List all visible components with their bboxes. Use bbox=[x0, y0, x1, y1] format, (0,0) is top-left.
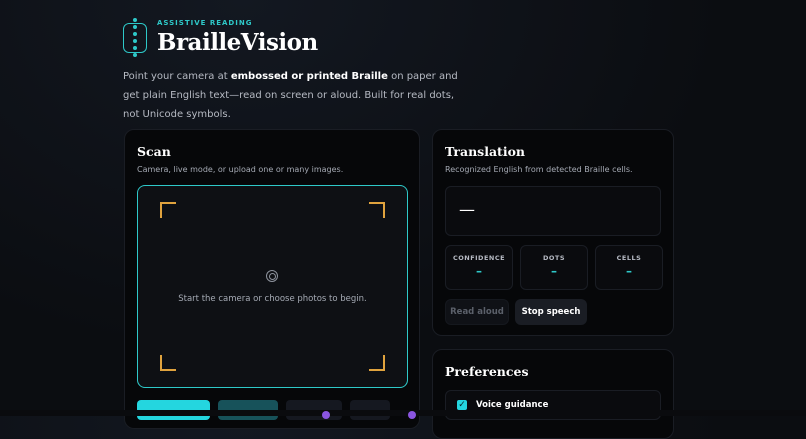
intro-bold: embossed or printed Braille bbox=[230, 71, 388, 82]
stat-value: – bbox=[626, 264, 632, 278]
stat-value: – bbox=[551, 264, 557, 278]
stat-label: DOTS bbox=[542, 254, 566, 262]
stat-label: CELLS bbox=[616, 254, 642, 262]
viewfinder-placeholder: Start the camera or choose photos to beg… bbox=[178, 294, 367, 304]
speech-actions: Read aloud Stop speech bbox=[445, 299, 587, 325]
translation-output: — bbox=[445, 186, 661, 236]
stop-speech-button[interactable]: Stop speech bbox=[515, 299, 587, 325]
braille-logo-icon bbox=[123, 18, 147, 57]
brand-eyebrow: ASSISTIVE READING bbox=[157, 19, 253, 27]
camera-viewfinder[interactable]: Start the camera or choose photos to beg… bbox=[137, 185, 408, 388]
taskbar-app-icon[interactable] bbox=[408, 411, 416, 419]
stat-dots: DOTS – bbox=[520, 245, 588, 290]
scan-subtitle: Camera, live mode, or upload one or many… bbox=[137, 165, 344, 174]
viewfinder-corner-bottom-left bbox=[160, 355, 176, 371]
intro-part1: Point your camera at bbox=[123, 71, 231, 82]
translation-subtitle: Recognized English from detected Braille… bbox=[445, 165, 633, 174]
preferences-card: Preferences ✓ Voice guidance bbox=[432, 349, 674, 439]
viewfinder-corner-top-left bbox=[160, 202, 176, 218]
stat-value: – bbox=[476, 264, 482, 278]
voice-guidance-checkbox[interactable]: ✓ bbox=[457, 400, 467, 410]
stat-label: CONFIDENCE bbox=[452, 254, 506, 262]
translation-output-text: — bbox=[459, 200, 475, 219]
voice-guidance-label: Voice guidance bbox=[476, 400, 549, 410]
read-aloud-button[interactable]: Read aloud bbox=[445, 299, 509, 325]
scan-card: Scan Camera, live mode, or upload one or… bbox=[124, 129, 420, 429]
taskbar bbox=[0, 410, 806, 419]
translation-title: Translation bbox=[445, 144, 525, 159]
brand-header: ASSISTIVE READING BrailleVision bbox=[123, 18, 318, 57]
taskbar-app-icon[interactable] bbox=[322, 411, 330, 419]
translation-card: Translation Recognized English from dete… bbox=[432, 129, 674, 336]
camera-target-icon bbox=[266, 270, 278, 282]
viewfinder-corner-top-right bbox=[369, 202, 385, 218]
preferences-title: Preferences bbox=[445, 364, 529, 379]
viewfinder-corner-bottom-right bbox=[369, 355, 385, 371]
stat-cells: CELLS – bbox=[595, 245, 663, 290]
stat-confidence: CONFIDENCE – bbox=[445, 245, 513, 290]
app-title: BrailleVision bbox=[157, 29, 318, 56]
scan-title: Scan bbox=[137, 144, 171, 159]
stats-row: CONFIDENCE – DOTS – CELLS – bbox=[445, 245, 663, 290]
intro-text: Point your camera at embossed or printed… bbox=[123, 67, 468, 124]
